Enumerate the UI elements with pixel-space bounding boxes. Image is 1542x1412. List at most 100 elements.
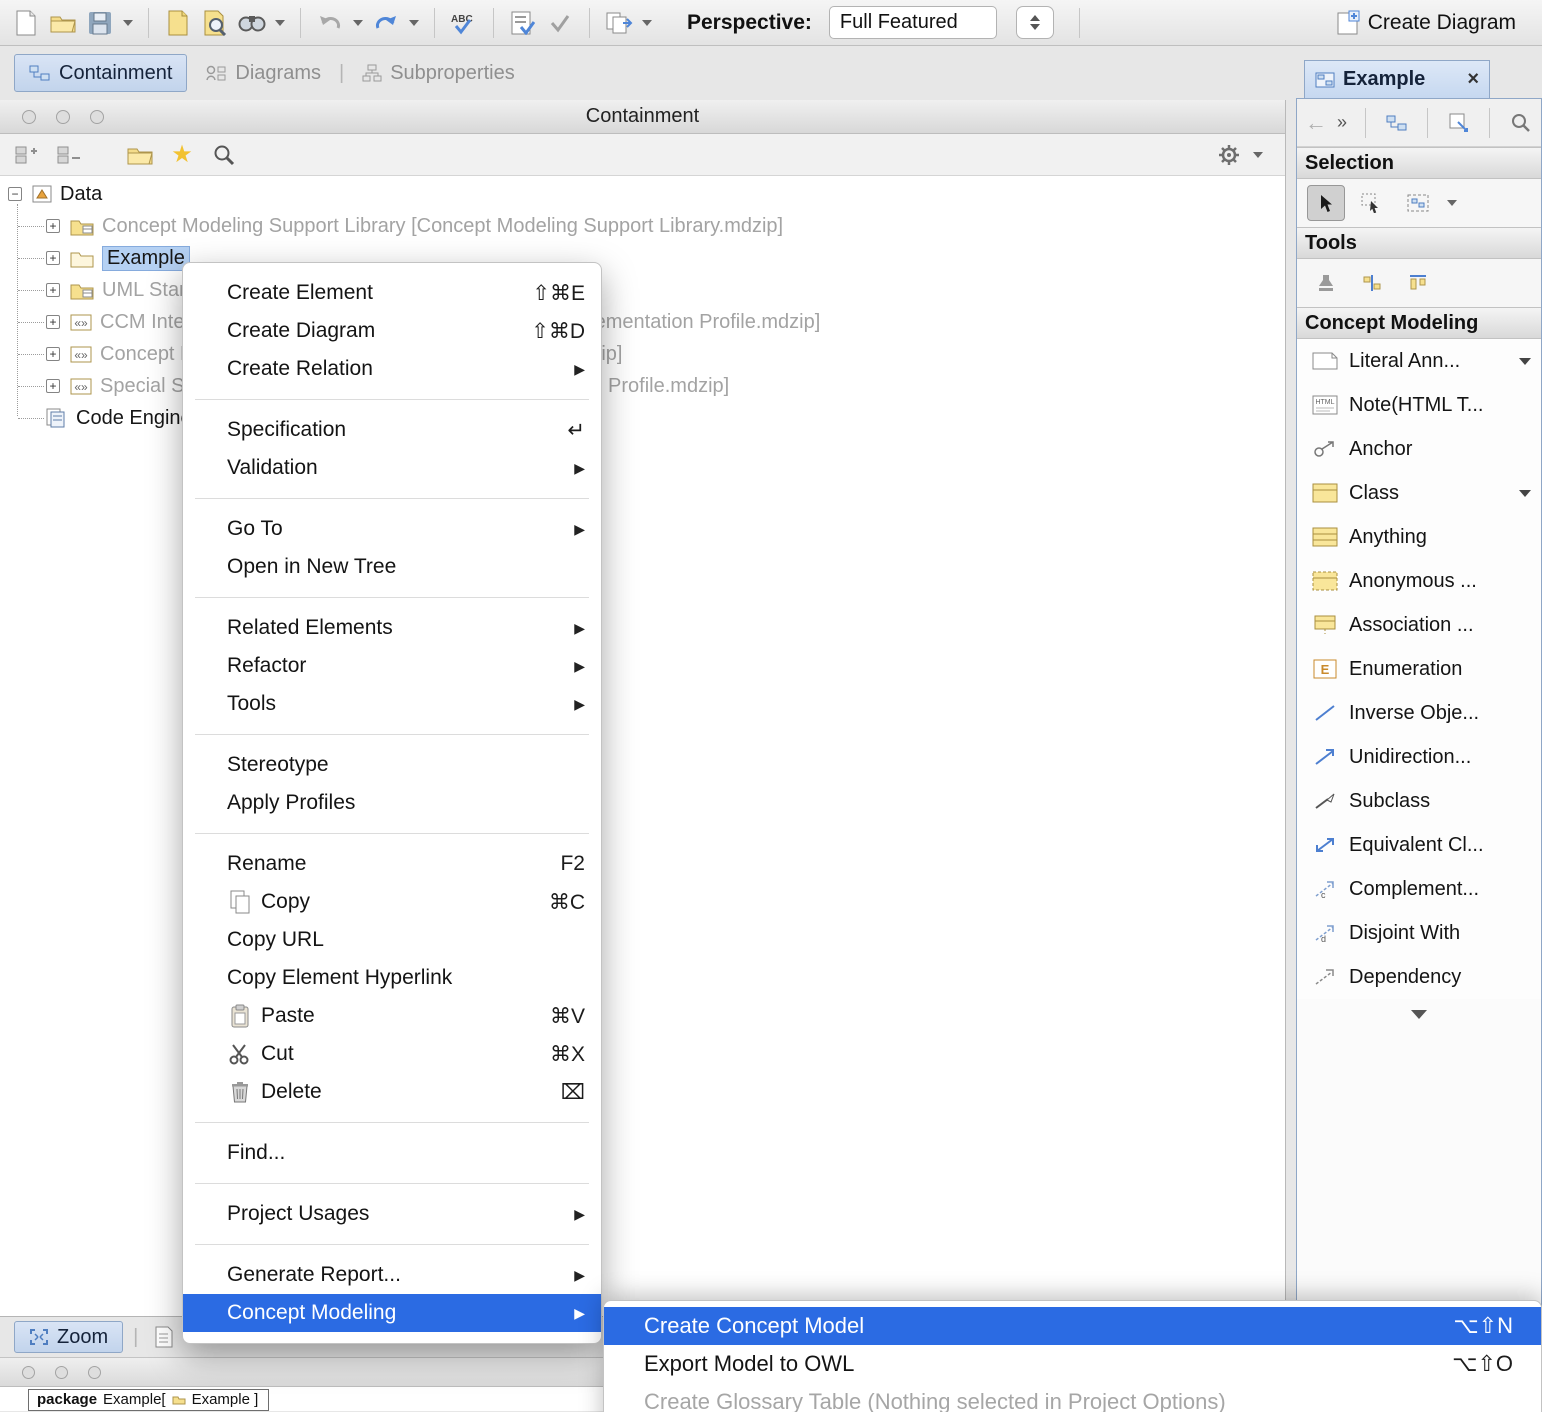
new-project-icon[interactable] xyxy=(10,7,42,39)
tab-diagrams[interactable]: Diagrams xyxy=(191,54,335,92)
menu-item-go-to[interactable]: Go To ▶ xyxy=(183,510,601,548)
copy-diagram-caret-icon[interactable] xyxy=(642,20,652,26)
tab-zoom[interactable]: Zoom xyxy=(14,1321,123,1353)
palette-caret-icon[interactable] xyxy=(1519,358,1531,365)
open-project-icon[interactable] xyxy=(47,7,79,39)
palette-item-disjoint-with[interactable]: d Disjoint With xyxy=(1297,911,1541,955)
favorites-icon[interactable]: ★ xyxy=(166,139,198,171)
diagram-properties-icon[interactable] xyxy=(1446,110,1471,136)
pointer-tool-button[interactable] xyxy=(1307,185,1345,221)
find-menu-caret-icon[interactable] xyxy=(275,20,285,26)
redo-menu-caret-icon[interactable] xyxy=(409,20,419,26)
menu-item-copy-url[interactable]: Copy URL xyxy=(183,921,601,959)
save-icon[interactable] xyxy=(84,7,116,39)
palette-item-anything[interactable]: Anything xyxy=(1297,515,1541,559)
palette-item-enumeration[interactable]: E Enumeration xyxy=(1297,647,1541,691)
submenu-item-label: Export Model to OWL xyxy=(644,1351,854,1377)
palette-item-unidirectional-property[interactable]: Unidirection... xyxy=(1297,735,1541,779)
menu-item-project-usages[interactable]: Project Usages ▶ xyxy=(183,1195,601,1233)
palette-item-inverse-object-property[interactable]: Inverse Obje... xyxy=(1297,691,1541,735)
stamp-tool-button[interactable] xyxy=(1307,265,1345,301)
find-in-document-icon[interactable] xyxy=(199,7,231,39)
validation-icon[interactable] xyxy=(507,7,539,39)
palette-item-subclass[interactable]: Subclass xyxy=(1297,779,1541,823)
menu-item-stereotype[interactable]: Stereotype xyxy=(183,746,601,784)
selection-caret-icon[interactable] xyxy=(1447,200,1457,206)
settings-gear-icon[interactable] xyxy=(1213,139,1245,171)
menu-item-apply-profiles[interactable]: Apply Profiles xyxy=(183,784,601,822)
menu-item-tools[interactable]: Tools ▶ xyxy=(183,685,601,723)
palette-item-dependency[interactable]: Dependency xyxy=(1297,955,1541,999)
copy-diagram-icon[interactable] xyxy=(603,7,635,39)
find-icon[interactable] xyxy=(236,7,268,39)
menu-item-paste[interactable]: Paste ⌘V xyxy=(183,997,601,1035)
create-diagram-button[interactable]: Create Diagram xyxy=(1336,10,1516,36)
overflow-chevrons-icon[interactable]: » xyxy=(1337,112,1347,133)
menu-item-cut[interactable]: Cut ⌘X xyxy=(183,1035,601,1073)
swimlane-tool-button[interactable] xyxy=(1353,265,1391,301)
redo-icon[interactable] xyxy=(370,7,402,39)
menu-item-specification[interactable]: Specification ↵ xyxy=(183,411,601,449)
marquee-select-button[interactable] xyxy=(1353,185,1391,221)
collapse-expander-icon[interactable]: − xyxy=(8,187,22,201)
check-icon[interactable] xyxy=(544,7,576,39)
submenu-item-export-model-to-owl[interactable]: Export Model to OWL ⌥⇧O xyxy=(604,1345,1541,1383)
palette-item-literal-annotation[interactable]: Literal Ann... xyxy=(1297,339,1541,383)
containment-mini-icon[interactable] xyxy=(1384,110,1409,136)
expand-all-icon[interactable] xyxy=(54,139,86,171)
expand-expander-icon[interactable]: + xyxy=(46,315,60,329)
palette-item-equivalent-class[interactable]: Equivalent Cl... xyxy=(1297,823,1541,867)
expand-expander-icon[interactable]: + xyxy=(46,347,60,361)
spelling-icon[interactable]: ABC xyxy=(448,7,480,39)
template-document-icon[interactable] xyxy=(162,7,194,39)
menu-item-find[interactable]: Find... xyxy=(183,1134,601,1172)
undo-icon[interactable] xyxy=(314,7,346,39)
menu-item-generate-report[interactable]: Generate Report... ▶ xyxy=(183,1256,601,1294)
zoom-tool-icon[interactable] xyxy=(1508,110,1533,136)
expand-expander-icon[interactable]: + xyxy=(46,283,60,297)
menu-item-related-elements[interactable]: Related Elements ▶ xyxy=(183,609,601,647)
tab-containment[interactable]: Containment xyxy=(14,54,187,92)
undo-menu-caret-icon[interactable] xyxy=(353,20,363,26)
documentation-tab-icon[interactable] xyxy=(148,1321,180,1353)
menu-item-copy-element-hyperlink[interactable]: Copy Element Hyperlink xyxy=(183,959,601,997)
close-tab-icon[interactable]: × xyxy=(1467,68,1479,91)
palette-item-label: Enumeration xyxy=(1349,658,1462,681)
menu-item-rename[interactable]: Rename F2 xyxy=(183,845,601,883)
back-icon[interactable]: ← xyxy=(1305,110,1327,136)
tree-item-data[interactable]: − Data xyxy=(0,178,1285,210)
palette-item-class[interactable]: Class xyxy=(1297,471,1541,515)
settings-caret-icon[interactable] xyxy=(1253,152,1263,158)
menu-item-refactor[interactable]: Refactor ▶ xyxy=(183,647,601,685)
palette-item-association-class[interactable]: Association ... xyxy=(1297,603,1541,647)
palette-item-note-html[interactable]: HTML Note(HTML T... xyxy=(1297,383,1541,427)
menu-item-delete[interactable]: Delete ⌧ xyxy=(183,1073,601,1111)
align-tool-button[interactable] xyxy=(1399,265,1437,301)
menu-item-create-element[interactable]: Create Element ⇧⌘E xyxy=(183,274,601,312)
menu-item-concept-modeling[interactable]: Concept Modeling ▶ xyxy=(183,1294,601,1332)
expand-expander-icon[interactable]: + xyxy=(46,251,60,265)
perspective-select[interactable]: Full Featured xyxy=(829,6,997,39)
search-icon[interactable] xyxy=(208,139,240,171)
expand-expander-icon[interactable]: + xyxy=(46,219,60,233)
tab-example-diagram[interactable]: Example × xyxy=(1304,60,1490,98)
palette-item-anonymous-class[interactable]: Anonymous ... xyxy=(1297,559,1541,603)
palette-caret-icon[interactable] xyxy=(1519,490,1531,497)
menu-item-create-relation[interactable]: Create Relation ▶ xyxy=(183,350,601,388)
menu-item-create-diagram[interactable]: Create Diagram ⇧⌘D xyxy=(183,312,601,350)
menu-item-validation[interactable]: Validation ▶ xyxy=(183,449,601,487)
tab-subproperties[interactable]: Subproperties xyxy=(348,54,529,92)
perspective-stepper[interactable] xyxy=(1016,6,1054,39)
submenu-item-create-concept-model[interactable]: Create Concept Model ⌥⇧N xyxy=(604,1307,1541,1345)
expand-expander-icon[interactable]: + xyxy=(46,379,60,393)
menu-item-open-in-new-tree[interactable]: Open in New Tree xyxy=(183,548,601,586)
palette-item-complement-of[interactable]: c Complement... xyxy=(1297,867,1541,911)
palette-scroll-down[interactable] xyxy=(1297,999,1541,1029)
menu-item-copy[interactable]: Copy ⌘C xyxy=(183,883,601,921)
save-menu-caret-icon[interactable] xyxy=(123,20,133,26)
palette-item-anchor[interactable]: Anchor xyxy=(1297,427,1541,471)
collapse-all-icon[interactable] xyxy=(12,139,44,171)
lasso-select-button[interactable] xyxy=(1399,185,1437,221)
open-in-new-tree-icon[interactable] xyxy=(124,139,156,171)
tree-item-concept-modeling-support-library[interactable]: + Concept Modeling Support Library [Conc… xyxy=(0,210,1285,242)
